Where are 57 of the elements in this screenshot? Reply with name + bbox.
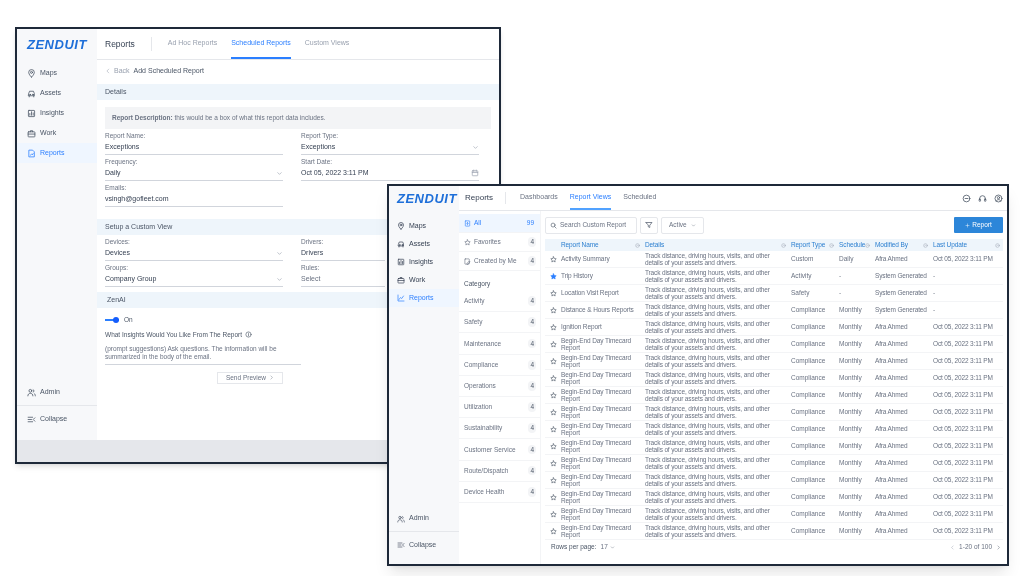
bar-chart-icon (27, 108, 36, 118)
chevron-down-icon (276, 169, 283, 177)
search-icon (550, 221, 557, 229)
star-icon[interactable] (549, 408, 557, 416)
headset-icon[interactable] (978, 193, 987, 203)
line-chart-icon (397, 294, 405, 302)
plus-icon (965, 222, 971, 228)
star-icon[interactable] (549, 527, 557, 535)
calendar-icon (471, 169, 479, 177)
car-icon (397, 240, 405, 248)
star-icon[interactable] (549, 272, 557, 280)
chevron-down-icon (472, 143, 479, 151)
chevron-right-icon[interactable] (996, 544, 1001, 550)
star-icon[interactable] (549, 425, 557, 433)
star-icon[interactable] (549, 391, 557, 399)
chevron-down-icon (609, 544, 615, 550)
star-icon[interactable] (549, 459, 557, 467)
chevron-down-icon (276, 249, 283, 257)
star-icon[interactable] (549, 357, 557, 365)
star-icon[interactable] (549, 510, 557, 518)
user-account-icon[interactable] (994, 193, 1003, 203)
briefcase-icon (27, 128, 36, 138)
logo: ZENDUIT (27, 38, 87, 51)
star-icon[interactable] (549, 493, 557, 501)
toggle-switch[interactable] (105, 316, 119, 323)
star-icon[interactable] (549, 255, 557, 263)
page-title: Reports (105, 37, 152, 51)
filter-icon (645, 221, 653, 229)
users-icon (397, 514, 405, 523)
chevron-down-icon (690, 222, 696, 228)
report-icon (27, 148, 36, 158)
briefcase-icon (397, 276, 405, 284)
collapse-icon (397, 541, 405, 549)
star-icon[interactable] (549, 476, 557, 484)
map-pin-icon (27, 68, 36, 78)
filter-button[interactable] (640, 216, 658, 234)
bar-chart-icon (397, 258, 405, 266)
star-icon[interactable] (549, 442, 557, 450)
star-icon[interactable] (549, 289, 557, 297)
info-icon (245, 331, 253, 339)
users-icon (27, 388, 36, 397)
chevron-left-icon (105, 68, 111, 74)
edit-document-icon (464, 257, 471, 265)
star-icon[interactable] (549, 323, 557, 331)
map-pin-icon (397, 222, 405, 230)
chevron-right-icon (269, 375, 274, 380)
document-icon (464, 219, 471, 227)
minus-circle-icon[interactable] (962, 193, 971, 203)
star-icon[interactable] (549, 374, 557, 382)
star-icon[interactable] (549, 340, 557, 348)
chevron-down-icon (276, 275, 283, 283)
collapse-icon (27, 414, 36, 424)
star-icon (464, 238, 471, 246)
page-title: Reports (465, 192, 506, 204)
logo: ZENDUIT (397, 192, 457, 205)
star-icon[interactable] (549, 306, 557, 314)
car-icon (27, 88, 36, 98)
